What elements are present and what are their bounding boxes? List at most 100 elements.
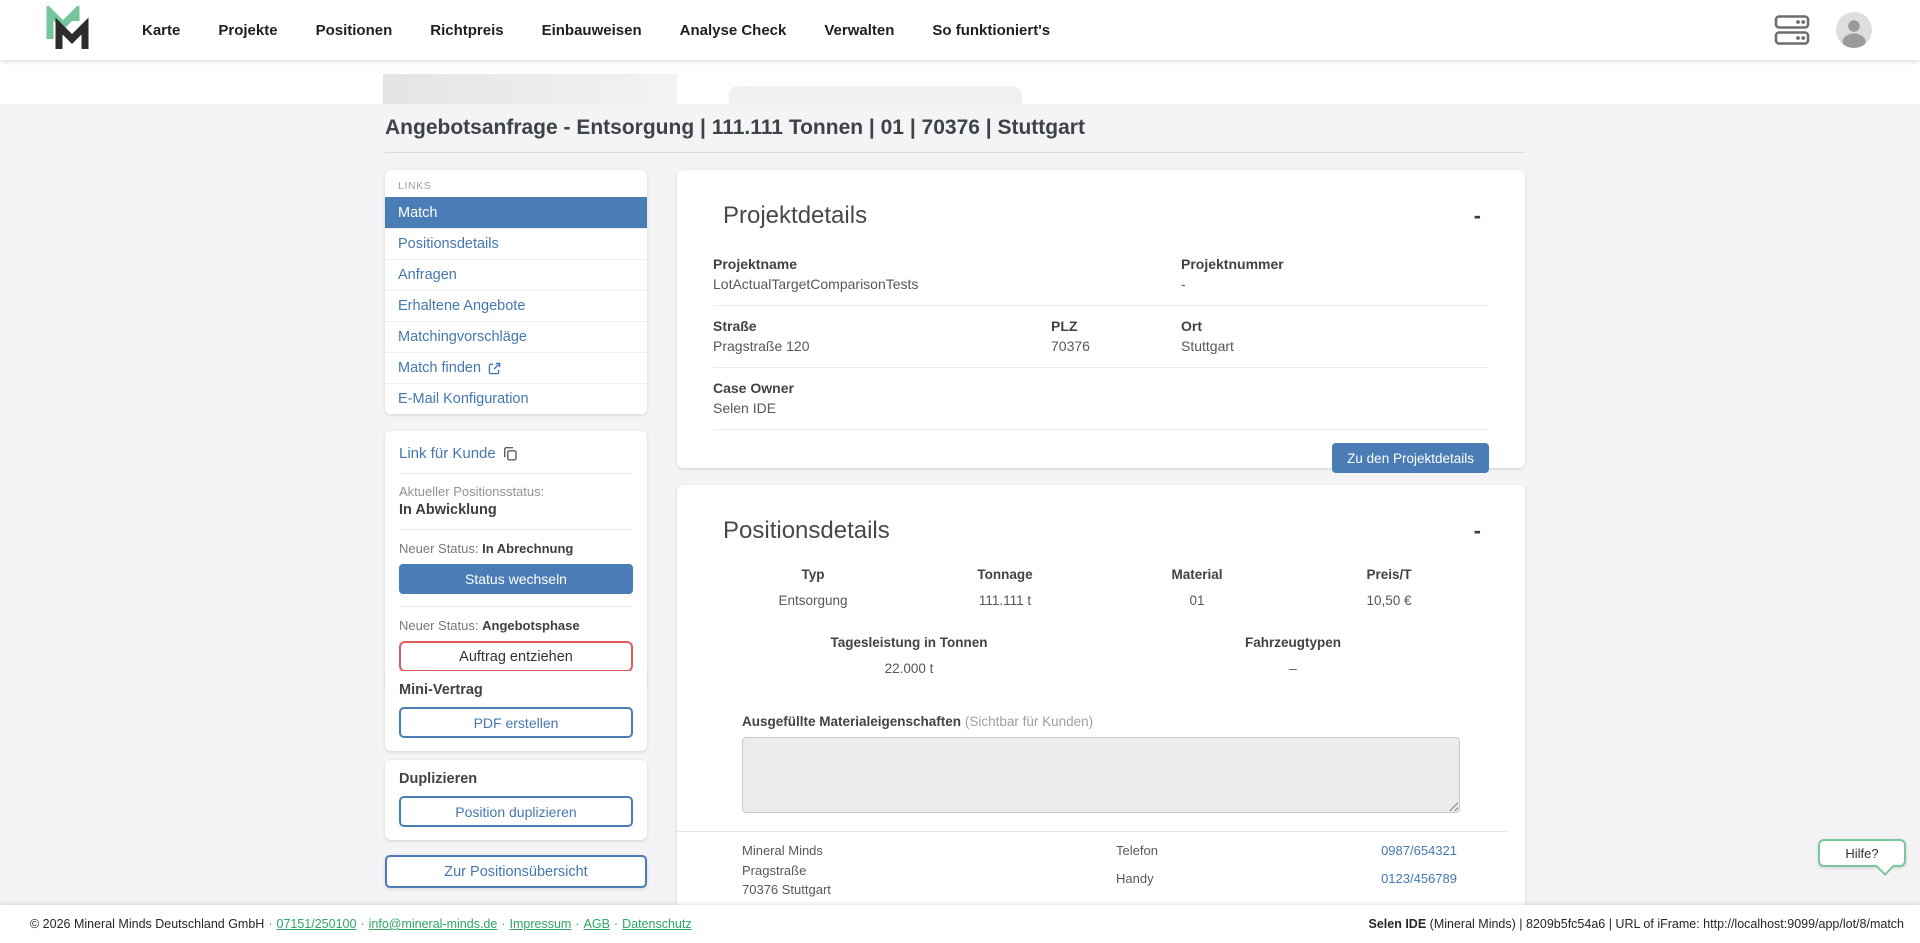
nav-item-positionen[interactable]: Positionen [316, 22, 393, 39]
footer-email-link[interactable]: info@mineral-minds.de [369, 917, 498, 931]
sidebar-links-card: LINKS Match Positionsdetails Anfragen Er… [385, 170, 647, 414]
positionsdetails-title: Positionsdetails [723, 517, 890, 545]
title-divider [385, 152, 1525, 153]
user-avatar-icon[interactable] [1836, 12, 1872, 48]
external-link-icon [488, 362, 501, 375]
zu-den-projektdetails-button[interactable]: Zu den Projektdetails [1332, 443, 1489, 473]
current-status-value: In Abwicklung [399, 502, 633, 518]
footer-left: © 2026 Mineral Minds Deutschland GmbH·07… [30, 917, 692, 931]
phone-link[interactable]: 0987/654321 [1381, 843, 1457, 858]
divider [399, 529, 633, 530]
copy-icon [503, 446, 518, 461]
page-title: Angebotsanfrage - Entsorgung | 111.111 T… [385, 116, 1525, 140]
customer-link-label: Link für Kunde [399, 445, 496, 462]
contact-company-line: Pragstraße [742, 861, 1116, 881]
projektname-label: Projektname [713, 256, 1051, 272]
strasse-value: Pragstraße 120 [713, 338, 1051, 354]
contact-mobile-row: Handy 0123/456789 [1116, 869, 1457, 897]
auftrag-entziehen-button[interactable]: Auftrag entziehen [399, 641, 633, 672]
nav-item-richtpreis[interactable]: Richtpreis [430, 22, 503, 39]
spec-tonnage: Tonnage 111.111 t [909, 567, 1101, 608]
sidebar-item-matchingvorschlaege[interactable]: Matchingvorschläge [385, 321, 647, 352]
mineral-minds-logo[interactable] [44, 6, 92, 54]
zur-positionsuebersicht-button[interactable]: Zur Positionsübersicht [385, 855, 647, 888]
logo-icon [44, 6, 92, 54]
footer-user-info: Selen IDE (Mineral Minds) | 8209b5fc54a6… [1369, 917, 1904, 931]
case-owner-label: Case Owner [713, 380, 1051, 396]
spec-fahrzeugtypen: Fahrzeugtypen – [1101, 635, 1485, 676]
contact-company: Mineral Minds Pragstraße 70376 Stuttgart [742, 841, 1116, 900]
sidebar-links-header: LINKS [385, 170, 647, 197]
spec-typ: Typ Entsorgung [717, 567, 909, 608]
status-wechseln-button[interactable]: Status wechseln [399, 564, 633, 594]
scrolled-content-remnant-left [383, 74, 677, 104]
footer-user-name: Selen IDE [1369, 917, 1427, 931]
projektdetails-card: Projektdetails - Projektname LotActualTa… [677, 170, 1525, 468]
help-button[interactable]: Hilfe? [1818, 839, 1906, 867]
contact-company-line: 70376 Stuttgart [742, 880, 1116, 900]
case-owner-value: Selen IDE [713, 400, 1051, 416]
nav-item-verwalten[interactable]: Verwalten [824, 22, 894, 39]
sidebar-item-label: Anfragen [398, 267, 457, 283]
nav-item-analyse-check[interactable]: Analyse Check [680, 22, 787, 39]
sidebar-item-positionsdetails[interactable]: Positionsdetails [385, 228, 647, 259]
pdf-erstellen-button[interactable]: PDF erstellen [399, 707, 633, 738]
sidebar-item-match[interactable]: Match [385, 197, 647, 228]
spec-tagesleistung: Tagesleistung in Tonnen 22.000 t [717, 635, 1101, 676]
duplizieren-title: Duplizieren [399, 771, 633, 787]
sidebar-item-label: Erhaltene Angebote [398, 298, 525, 314]
sidebar-item-label: Match finden [398, 360, 481, 376]
duplizieren-card: Duplizieren Position duplizieren [385, 760, 647, 840]
footer-phone-link[interactable]: 07151/250100 [277, 917, 357, 931]
app-window: Karte Projekte Positionen Richtpreis Ein… [0, 0, 1920, 943]
sidebar-item-match-finden[interactable]: Match finden [385, 352, 647, 383]
footer-copyright: © 2026 Mineral Minds Deutschland GmbH [30, 917, 264, 931]
project-row-1: Projektname LotActualTargetComparisonTes… [713, 244, 1489, 306]
plz-label: PLZ [1051, 318, 1181, 334]
sidebar-item-erhaltene-angebote[interactable]: Erhaltene Angebote [385, 290, 647, 321]
collapse-toggle[interactable]: - [1474, 520, 1481, 542]
next-status-line-1: Neuer Status: In Abrechnung [399, 541, 633, 556]
header-right-icons [1774, 12, 1872, 48]
projektname-value: LotActualTargetComparisonTests [713, 276, 1051, 292]
main-nav: Karte Projekte Positionen Richtpreis Ein… [142, 22, 1050, 39]
nav-item-karte[interactable]: Karte [142, 22, 180, 39]
mini-vertrag-card: Mini-Vertrag PDF erstellen [385, 671, 647, 751]
strasse-label: Straße [713, 318, 1051, 334]
nav-item-einbauweisen[interactable]: Einbauweisen [542, 22, 642, 39]
sidebar-item-anfragen[interactable]: Anfragen [385, 259, 647, 290]
project-row-3: Case Owner Selen IDE [713, 368, 1489, 430]
footer-datenschutz-link[interactable]: Datenschutz [622, 917, 691, 931]
nav-item-projekte[interactable]: Projekte [218, 22, 277, 39]
next-status-value-1: In Abrechnung [482, 541, 573, 556]
next-status-line-2: Neuer Status: Angebotsphase [399, 618, 633, 633]
position-duplizieren-button[interactable]: Position duplizieren [399, 796, 633, 827]
collapse-toggle[interactable]: - [1474, 205, 1481, 227]
spec-material: Material 01 [1101, 567, 1293, 608]
materialeigenschaften-textarea[interactable] [742, 737, 1460, 813]
sidebar-item-label: Matchingvorschläge [398, 329, 527, 345]
positionsdetails-card: Positionsdetails - Typ Entsorgung Tonnag… [677, 485, 1525, 937]
mobile-link[interactable]: 0123/456789 [1381, 871, 1457, 886]
footer-impressum-link[interactable]: Impressum [510, 917, 572, 931]
sidebar-item-label: Match [398, 205, 438, 221]
nav-item-so-funktionierts[interactable]: So funktioniert's [932, 22, 1050, 39]
sidebar-item-email-konfiguration[interactable]: E-Mail Konfiguration [385, 383, 647, 414]
scrolled-content-remnant-right [729, 86, 1022, 104]
footer-user-rest: (Mineral Minds) | 8209b5fc54a6 | URL of … [1426, 917, 1904, 931]
ort-label: Ort [1181, 318, 1489, 334]
spec-preis: Preis/T 10,50 € [1293, 567, 1485, 608]
project-row-2: Straße Pragstraße 120 PLZ 70376 Ort Stut… [713, 306, 1489, 368]
projektnummer-value: - [1181, 276, 1489, 292]
contact-phone-row: Telefon 0987/654321 [1116, 841, 1457, 869]
mini-vertrag-title: Mini-Vertrag [399, 682, 633, 698]
customer-link[interactable]: Link für Kunde [399, 442, 633, 474]
materialeigenschaften-label: Ausgefüllte Materialeigenschaften (Sicht… [742, 714, 1460, 729]
sidebar-item-label: E-Mail Konfiguration [398, 391, 529, 407]
sidebar-item-label: Positionsdetails [398, 236, 499, 252]
current-status-label: Aktueller Positionsstatus: [399, 484, 633, 499]
server-icon[interactable] [1774, 14, 1810, 46]
sidebar-status-card: Link für Kunde Aktueller Positionsstatus… [385, 431, 647, 685]
footer-agb-link[interactable]: AGB [584, 917, 610, 931]
contact-section: Mineral Minds Pragstraße 70376 Stuttgart… [677, 831, 1507, 900]
